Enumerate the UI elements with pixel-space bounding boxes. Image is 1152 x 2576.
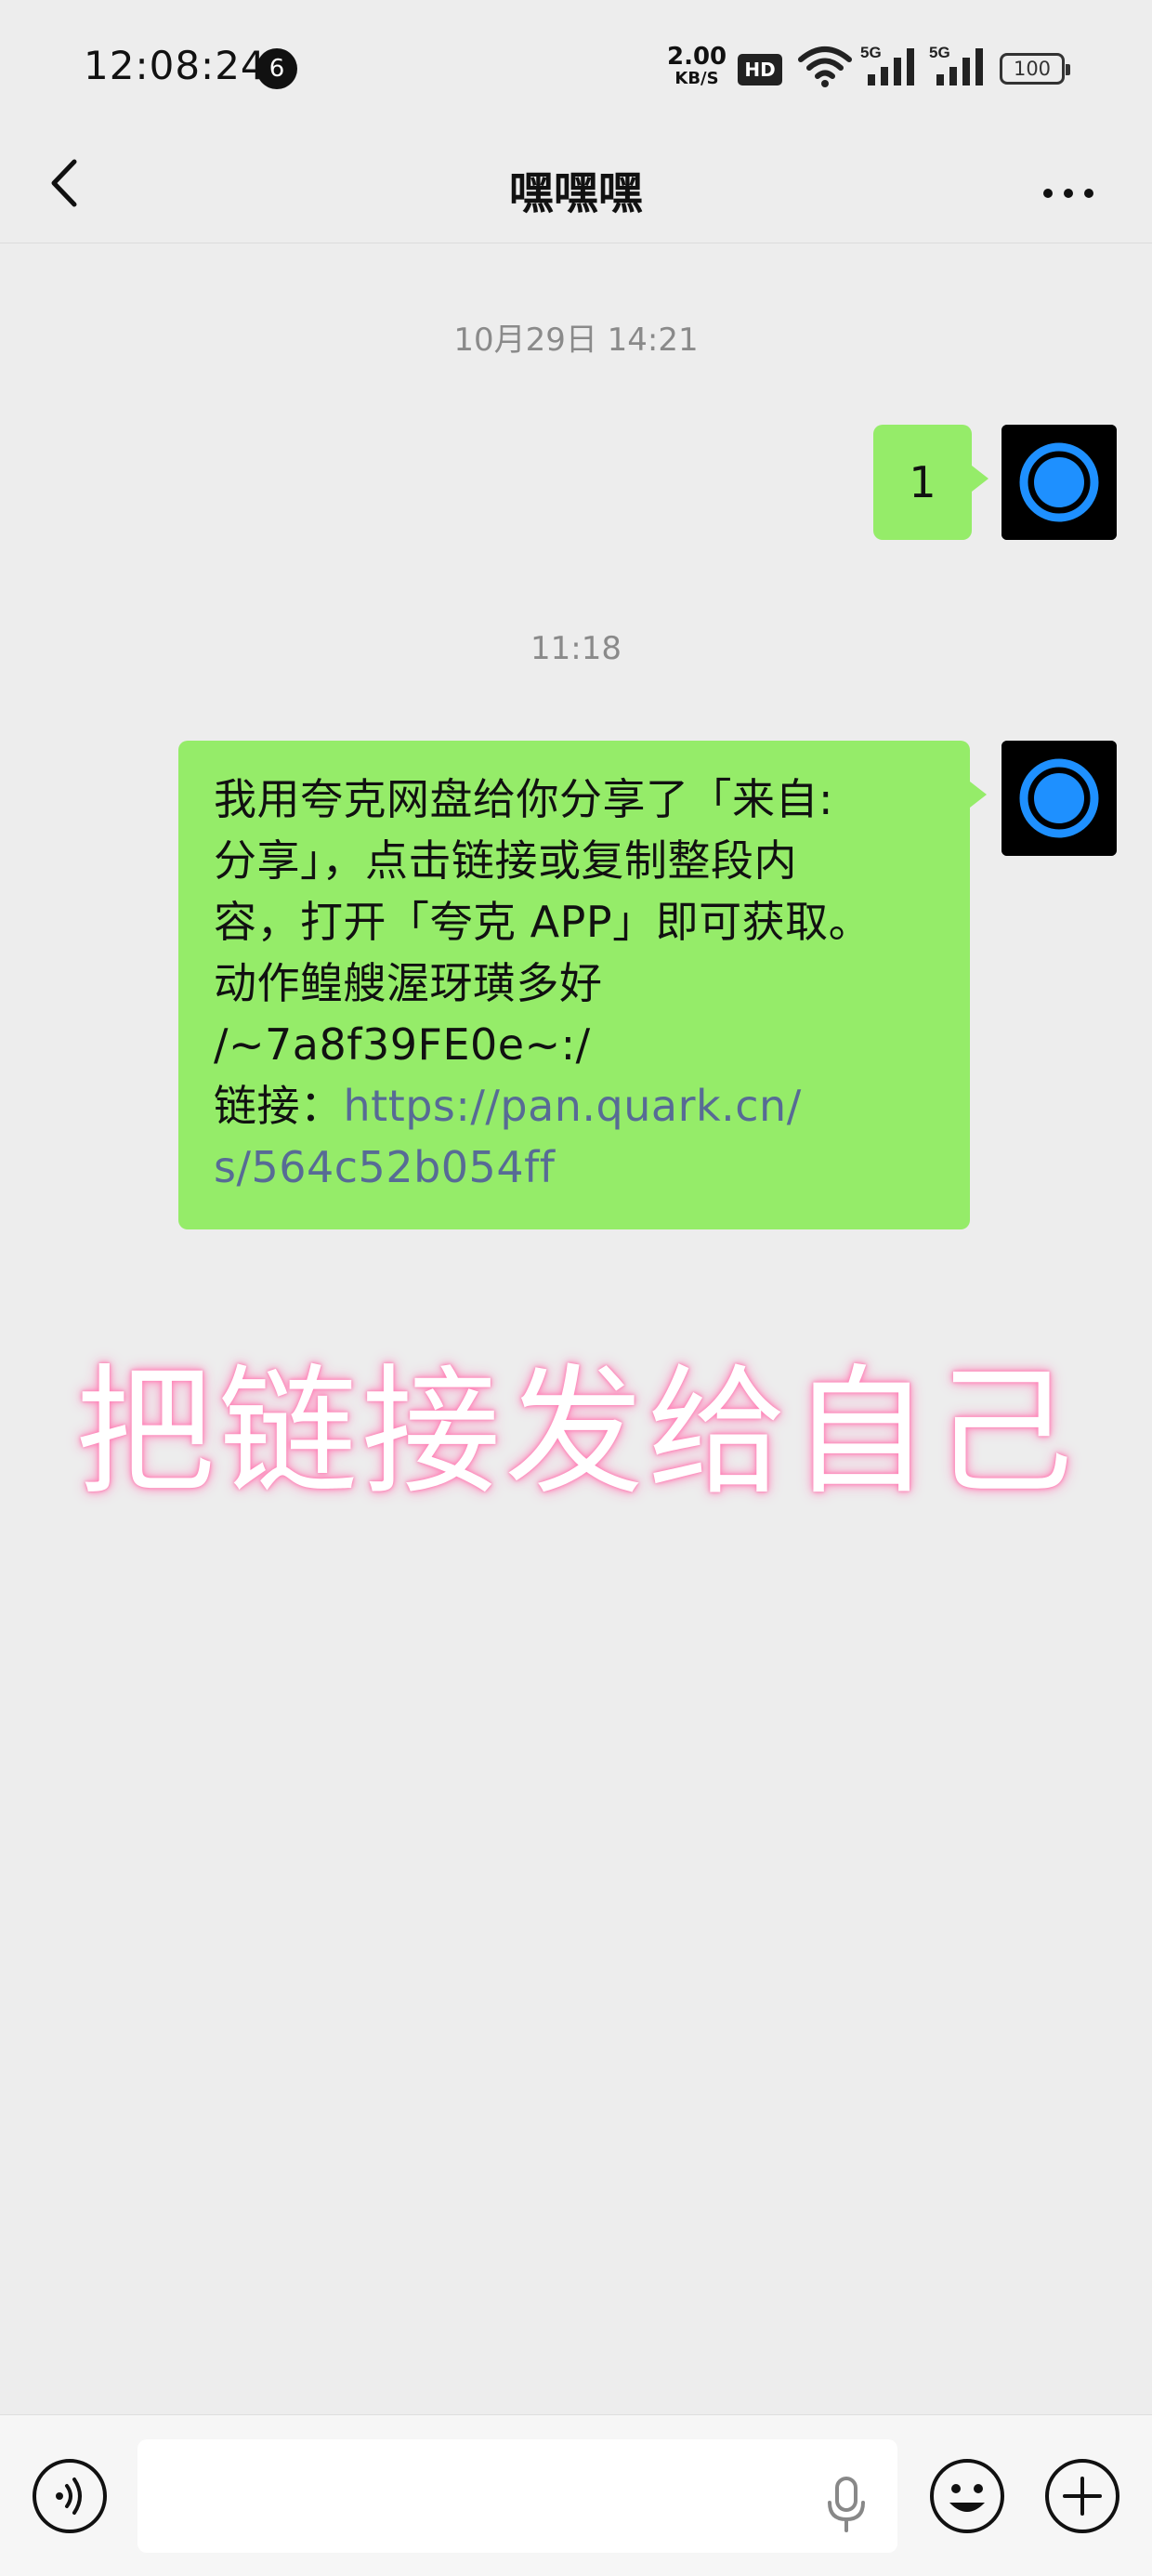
network-speed: 2.00 KB/S [667, 45, 727, 87]
message-timestamp: 10月29日 14:21 [453, 322, 699, 359]
message-link-line: 链接：https://pan.quark.cn/ [214, 1075, 942, 1137]
message-text-line: /~7a8f39FE0e~:/ [214, 1019, 591, 1070]
network-speed-unit: KB/S [674, 69, 719, 88]
voice-button[interactable] [30, 2456, 110, 2536]
emoji-button[interactable] [927, 2456, 1007, 2536]
message-input[interactable] [137, 2439, 897, 2553]
chat-title: 嘿嘿嘿 [508, 167, 643, 219]
more-options-button[interactable] [1031, 151, 1106, 216]
status-bar: 12:08:24 6 2.00 KB/S HD 5G 5G 100 [0, 0, 1152, 130]
message-timestamp: 11:18 [530, 630, 622, 667]
chat-header: 嘿嘿嘿 [0, 130, 1152, 243]
share-link[interactable]: https://pan.quark.cn/ [344, 1081, 802, 1131]
signal-2-label: 5G [929, 44, 950, 61]
network-speed-value: 2.00 [667, 43, 727, 71]
chat-input-bar [0, 2414, 1152, 2576]
cellular-signal-icon-1: 5G [860, 44, 914, 85]
overlay-caption: 把链接发给自己 [74, 1352, 1077, 1514]
message-bubble-sent[interactable]: 我用夸克网盘给你分享了「来自: 分享」，点击链接或复制整段内 容，打开「夸克 A… [178, 741, 987, 1229]
more-horizontal-icon [1043, 189, 1093, 198]
cellular-signal-icon-2: 5G [929, 44, 983, 85]
plus-button[interactable] [1042, 2456, 1122, 2536]
hd-icon: HD [738, 54, 782, 85]
voice-icon [33, 2459, 107, 2533]
wifi-icon [798, 46, 852, 87]
battery-indicator: 100 [1000, 53, 1070, 85]
status-time: 12:08:24 [84, 43, 267, 88]
plus-icon [1045, 2459, 1119, 2533]
message-text-line: 动作鳇艘渥玡璜多好 [214, 958, 603, 1008]
message-text-line: 分享」，点击链接或复制整段内 [214, 835, 797, 886]
message-text-line: 我用夸克网盘给你分享了「来自: [214, 774, 833, 824]
avatar[interactable] [1001, 425, 1117, 540]
avatar[interactable] [1001, 741, 1117, 856]
message-bubble-sent[interactable]: 1 [873, 425, 988, 540]
microphone-icon[interactable] [821, 2473, 871, 2534]
link-label: 链接： [214, 1081, 344, 1131]
emoji-icon [930, 2459, 1004, 2533]
share-link-continued[interactable]: s/564c52b054ff [214, 1137, 942, 1198]
notification-badge: 6 [256, 48, 297, 89]
message-text-line: 容，打开「夸克 APP」即可获取。 [214, 897, 872, 947]
signal-1-label: 5G [860, 44, 882, 61]
